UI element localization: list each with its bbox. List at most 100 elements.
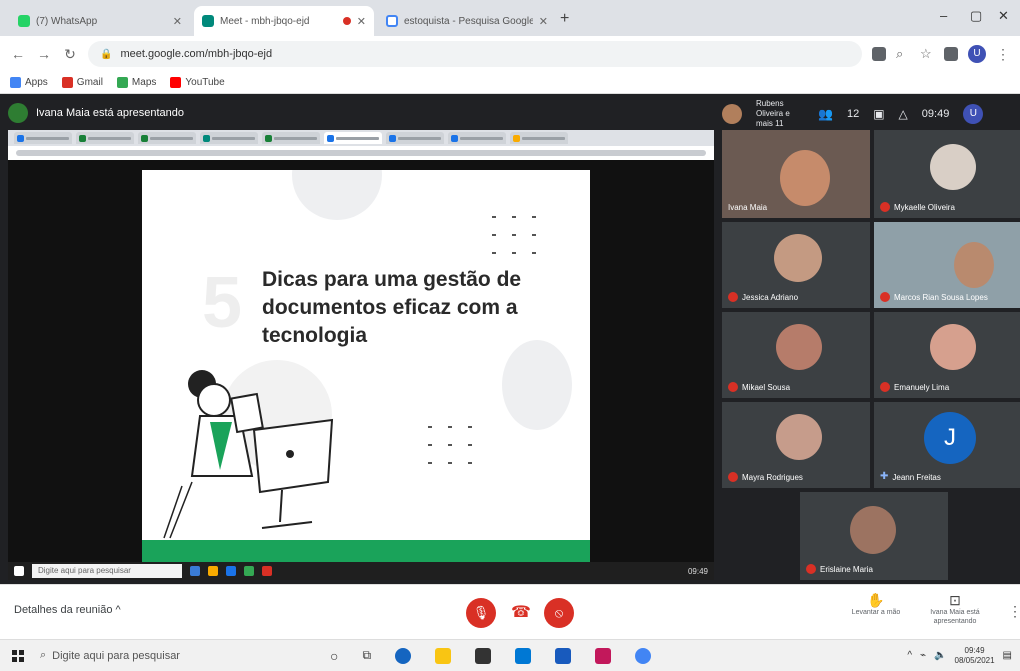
bookmark-maps[interactable]: Maps (116, 77, 157, 88)
shared-url (16, 150, 706, 156)
notifications-icon[interactable]: ▤ (1003, 650, 1012, 661)
close-icon[interactable]: ✕ (173, 15, 182, 28)
mic-off-icon (880, 292, 890, 302)
meeting-details-button[interactable]: Detalhes da reunião ^ (14, 604, 121, 616)
tab-google-search[interactable]: estoquista - Pesquisa Google ✕ (378, 6, 556, 36)
windows-start-icon[interactable] (12, 649, 24, 662)
network-icon[interactable]: ⌁ (920, 650, 926, 661)
reload-icon[interactable]: ↻ (62, 46, 78, 63)
minimize-button[interactable]: – (940, 8, 947, 23)
participant-name: Emanuely Lima (894, 382, 950, 392)
store-icon[interactable] (475, 647, 492, 664)
mail-icon[interactable] (515, 647, 532, 664)
more-options-icon[interactable]: ⋮ (1008, 603, 1020, 620)
close-icon[interactable]: ✕ (357, 15, 366, 28)
participant-tile[interactable]: Emanuely Lima (874, 312, 1020, 398)
participant-tile[interactable]: Mikael Sousa (722, 312, 870, 398)
lock-icon: 🔒 (100, 48, 113, 60)
participant-name-row: Marcos Rian Sousa Lopes (880, 292, 988, 302)
close-window-button[interactable]: ✕ (998, 8, 1009, 24)
browser-menu-icon[interactable]: ⋮ (996, 46, 1010, 63)
participant-avatar (930, 144, 976, 190)
address-text: meet.google.com/mbh-jbqo-ejd (120, 48, 273, 60)
bookmark-gmail[interactable]: Gmail (61, 77, 103, 88)
self-avatar[interactable]: U (963, 104, 984, 124)
participant-tile[interactable]: J ✚ Jeann Freitas (874, 402, 1020, 488)
shared-tab (324, 132, 382, 144)
participant-tile[interactable]: Erislaine Maria (800, 492, 948, 580)
chat-icon[interactable]: ▣ (873, 107, 884, 121)
tab-meet[interactable]: Meet - mbh-jbqo-ejd ✕ (194, 6, 374, 36)
presenting-button[interactable]: ⊡ Ivana Maia está apresentando (918, 592, 992, 626)
decor-circle (502, 340, 572, 430)
bookmark-label: Maps (131, 77, 157, 88)
cortana-icon[interactable]: ○ (330, 648, 338, 664)
taskbar-search-placeholder: Digite aqui para pesquisar (52, 649, 180, 662)
participant-tile[interactable]: Mayra Rodrigues (722, 402, 870, 488)
participant-tile[interactable]: Jessica Adriano (722, 222, 870, 308)
mic-off-icon (806, 564, 816, 574)
shared-taskbar: Digite aqui para pesquisar 09:49 (8, 562, 714, 580)
people-icon[interactable]: 👥 (818, 107, 833, 121)
chevron-up-icon: ^ (115, 604, 121, 616)
mic-off-icon (880, 202, 890, 212)
present-screen-icon: ⊡ (949, 592, 961, 608)
participant-avatar (776, 324, 822, 370)
profile-avatar[interactable]: U (968, 45, 986, 63)
slide-footer-bar (142, 540, 590, 562)
edge-icon[interactable] (395, 647, 412, 664)
taskbar-app-icon (244, 566, 254, 576)
word-icon[interactable] (555, 647, 572, 664)
participant-tile[interactable]: Mykaelle Oliveira (874, 130, 1020, 218)
mic-toggle-button[interactable]: 🎙 (466, 598, 496, 628)
participant-name-row: Mayra Rodrigues (728, 472, 803, 482)
camera-toggle-button[interactable]: ⦸ (544, 598, 574, 628)
slide-big-number: 5 (202, 263, 243, 343)
raise-hand-button[interactable]: ✋ Levantar a mão (846, 592, 906, 617)
participant-name-row: ✚ Jeann Freitas (880, 472, 941, 482)
address-toolbar: ← → ↻ 🔒 meet.google.com/mbh-jbqo-ejd ⌕ ☆… (0, 36, 1020, 72)
zoom-icon[interactable]: ⌕ (896, 47, 910, 61)
shared-screen: 5 Dicas para uma gestão de documentos ef… (8, 130, 714, 580)
woman-at-computer-illustration (163, 370, 334, 539)
mic-on-icon: ✚ (880, 471, 889, 482)
taskbar-date: 08/05/2021 (954, 655, 995, 665)
close-icon[interactable]: ✕ (539, 15, 548, 28)
camera-extension-icon[interactable] (872, 47, 886, 61)
back-icon[interactable]: ← (10, 46, 26, 62)
taskbar-search[interactable]: ⌕ Digite aqui para pesquisar (40, 645, 230, 667)
mic-off-icon (728, 382, 738, 392)
participant-name-row: Jessica Adriano (728, 292, 798, 302)
maximize-button[interactable]: ▢ (970, 8, 982, 24)
tray-chevron-icon[interactable]: ^ (907, 650, 912, 661)
meet-controls-bar: Detalhes da reunião ^ 🎙 ☎ ⦸ ✋ Levantar a… (0, 584, 1020, 639)
youtube-icon (170, 77, 182, 88)
participant-avatar (776, 414, 822, 460)
leave-call-button[interactable]: ☎ (506, 598, 536, 628)
chrome-icon[interactable] (635, 647, 652, 664)
file-explorer-icon[interactable] (435, 647, 452, 664)
address-input[interactable]: 🔒 meet.google.com/mbh-jbqo-ejd (88, 41, 862, 67)
extensions-puzzle-icon[interactable] (944, 47, 958, 61)
participant-name-row: Ivana Maia (728, 203, 767, 212)
participant-avatar (774, 234, 822, 282)
bookmark-apps[interactable]: Apps (10, 77, 48, 88)
tab-whatsapp[interactable]: (7) WhatsApp ✕ (10, 6, 190, 36)
bookmark-star-icon[interactable]: ☆ (920, 47, 934, 61)
taskbar-clock[interactable]: 09:49 08/05/2021 (955, 646, 995, 666)
bookmark-youtube[interactable]: YouTube (170, 77, 225, 88)
participant-name: Ivana Maia (728, 203, 768, 212)
participant-tile[interactable]: Marcos Rian Sousa Lopes (874, 222, 1020, 308)
new-tab-button[interactable]: + (560, 10, 569, 28)
app-icon[interactable] (595, 647, 612, 664)
participant-name-row: Erislaine Maria (806, 564, 873, 574)
task-view-icon[interactable]: ⧉ (362, 648, 371, 663)
participant-tile[interactable]: Ivana Maia (722, 130, 870, 218)
bookmark-label: Apps (25, 77, 48, 88)
hand-icon: ✋ (867, 592, 885, 608)
taskbar-app-icon (226, 566, 236, 576)
forward-icon[interactable]: → (36, 46, 52, 62)
tab-title: Meet - mbh-jbqo-ejd (220, 15, 310, 27)
volume-icon[interactable]: 🔈 (934, 650, 946, 661)
activities-icon[interactable]: △ (899, 107, 908, 121)
